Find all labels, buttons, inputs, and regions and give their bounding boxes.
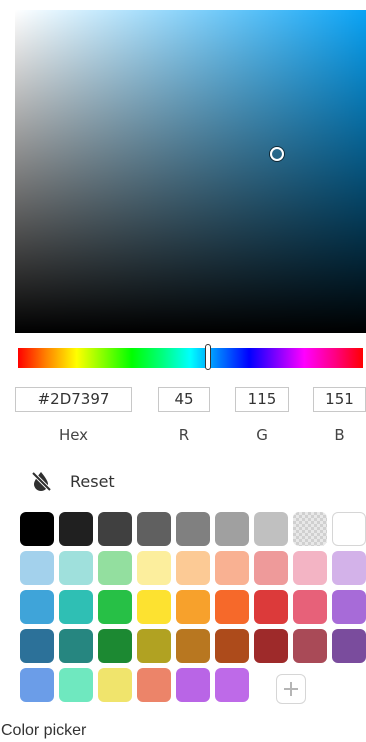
hue-slider[interactable] bbox=[18, 348, 363, 368]
color-swatch[interactable] bbox=[20, 629, 54, 663]
blue-label: B bbox=[334, 426, 345, 444]
color-swatch[interactable] bbox=[176, 590, 210, 624]
color-swatch[interactable] bbox=[98, 590, 132, 624]
color-swatch[interactable] bbox=[59, 590, 93, 624]
color-swatch[interactable] bbox=[137, 590, 171, 624]
color-swatch[interactable] bbox=[176, 629, 210, 663]
color-swatch[interactable] bbox=[254, 551, 288, 585]
color-swatch[interactable] bbox=[215, 512, 249, 546]
hue-slider-handle[interactable] bbox=[205, 344, 211, 370]
reset-button[interactable]: Reset bbox=[30, 469, 150, 493]
color-swatch[interactable] bbox=[332, 629, 366, 663]
color-swatch[interactable] bbox=[98, 551, 132, 585]
color-swatch[interactable] bbox=[59, 668, 93, 702]
color-swatch[interactable] bbox=[215, 590, 249, 624]
green-label: G bbox=[256, 426, 268, 444]
color-swatch[interactable] bbox=[98, 629, 132, 663]
color-swatch[interactable] bbox=[59, 551, 93, 585]
red-label: R bbox=[178, 426, 190, 444]
color-swatch[interactable] bbox=[254, 629, 288, 663]
color-swatch[interactable] bbox=[20, 590, 54, 624]
color-swatch[interactable] bbox=[59, 512, 93, 546]
color-swatch[interactable] bbox=[215, 629, 249, 663]
color-swatch[interactable] bbox=[293, 590, 327, 624]
color-swatch[interactable] bbox=[176, 551, 210, 585]
color-swatch[interactable] bbox=[332, 551, 366, 585]
hex-input[interactable]: #2D7397 bbox=[15, 387, 132, 412]
color-swatch[interactable] bbox=[20, 551, 54, 585]
red-input[interactable]: 45 bbox=[158, 387, 210, 412]
color-swatch[interactable] bbox=[332, 512, 366, 546]
color-cursor-handle[interactable] bbox=[270, 147, 284, 161]
color-swatch[interactable] bbox=[59, 629, 93, 663]
color-swatch[interactable] bbox=[293, 512, 327, 546]
color-swatch[interactable] bbox=[215, 551, 249, 585]
blue-input[interactable]: 151 bbox=[313, 387, 366, 412]
hex-label: Hex bbox=[58, 426, 89, 444]
color-swatch[interactable] bbox=[332, 590, 366, 624]
reset-label: Reset bbox=[70, 471, 115, 491]
add-swatch-button[interactable] bbox=[276, 674, 306, 704]
caption: Color picker bbox=[1, 722, 87, 739]
color-swatch[interactable] bbox=[137, 668, 171, 702]
color-swatch[interactable] bbox=[215, 668, 249, 702]
color-swatch[interactable] bbox=[254, 590, 288, 624]
color-swatch[interactable] bbox=[176, 668, 210, 702]
color-swatch[interactable] bbox=[98, 668, 132, 702]
color-swatch[interactable] bbox=[137, 551, 171, 585]
color-swatch[interactable] bbox=[20, 668, 54, 702]
color-swatch[interactable] bbox=[293, 551, 327, 585]
color-swatch[interactable] bbox=[254, 512, 288, 546]
color-swatch[interactable] bbox=[137, 629, 171, 663]
plus-icon bbox=[284, 682, 298, 696]
color-swatch[interactable] bbox=[98, 512, 132, 546]
color-swatch[interactable] bbox=[293, 629, 327, 663]
saturation-value-area[interactable] bbox=[15, 10, 366, 333]
color-swatch[interactable] bbox=[20, 512, 54, 546]
color-swatch[interactable] bbox=[137, 512, 171, 546]
no-color-drop-icon bbox=[30, 470, 52, 492]
color-swatch[interactable] bbox=[176, 512, 210, 546]
green-input[interactable]: 115 bbox=[235, 387, 289, 412]
